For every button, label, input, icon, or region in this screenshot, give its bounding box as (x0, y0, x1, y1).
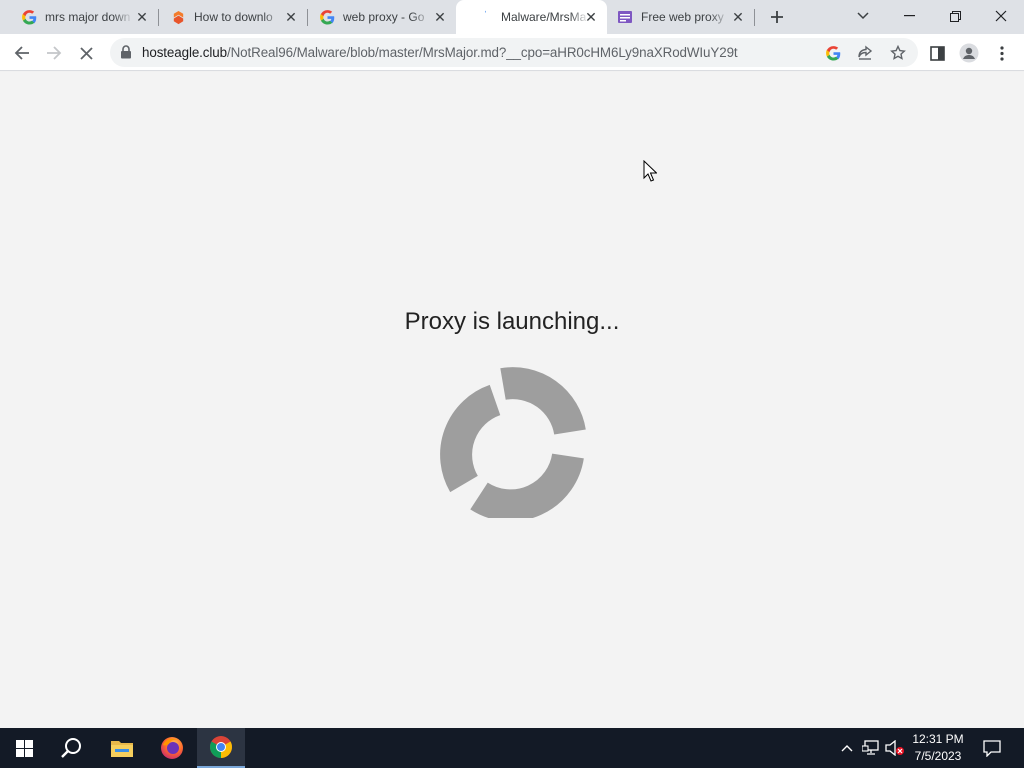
network-icon[interactable] (861, 728, 881, 768)
address-bar[interactable]: hosteagle.club/NotReal96/Malware/blob/ma… (110, 38, 918, 67)
back-button[interactable] (8, 39, 36, 67)
forward-button[interactable] (40, 39, 68, 67)
start-button[interactable] (0, 728, 48, 768)
clock-date: 7/5/2023 (914, 749, 962, 763)
tab-web-proxy-google[interactable]: web proxy - Go ✕ (298, 0, 456, 34)
url-text[interactable]: hosteagle.club/NotReal96/Malware/blob/ma… (142, 45, 738, 60)
lock-icon[interactable] (120, 45, 134, 59)
proxy-launching-message: Proxy is launching... (404, 308, 620, 335)
tab-malware-mrsmajor[interactable]: Malware/MrsMa ✕ (456, 0, 607, 34)
loading-spinner-icon (440, 367, 586, 518)
tab-free-web-proxy[interactable]: Free web proxy ✕ (596, 0, 754, 34)
url-host: hosteagle.club (142, 45, 227, 60)
proxy-site-icon (617, 9, 633, 25)
volume-muted-icon[interactable] (884, 728, 906, 768)
file-explorer-icon[interactable] (98, 728, 146, 768)
notifications-icon[interactable] (978, 728, 1006, 768)
tab-separator (754, 9, 755, 26)
tab-title: How to downlo (194, 10, 273, 24)
side-panel-icon[interactable] (923, 39, 951, 67)
close-tab-icon[interactable]: ✕ (134, 9, 150, 25)
tab-strip: mrs major down ✕ How to downlo ✕ web pro… (0, 0, 1024, 34)
menu-kebab-icon[interactable] (988, 39, 1016, 67)
share-icon[interactable] (856, 44, 874, 62)
search-icon[interactable] (48, 728, 96, 768)
stop-loading-button[interactable] (72, 39, 100, 67)
google-icon (319, 9, 335, 25)
firefox-icon[interactable] (148, 728, 196, 768)
windows-taskbar: 12:31 PM 7/5/2023 (0, 728, 1024, 768)
browser-toolbar: hosteagle.club/NotReal96/Malware/blob/ma… (0, 34, 1024, 71)
google-lens-icon[interactable] (824, 44, 842, 62)
page-content: Proxy is launching... (0, 72, 1024, 728)
chrome-icon[interactable] (197, 728, 245, 768)
minimize-button[interactable] (886, 0, 932, 32)
google-icon (21, 9, 37, 25)
mouse-cursor-icon (643, 160, 657, 182)
tab-title: Malware/MrsMa (501, 10, 587, 24)
tab-title: web proxy - Go (343, 10, 425, 24)
tab-mrs-major[interactable]: mrs major down ✕ (0, 0, 158, 34)
profile-avatar-icon[interactable] (955, 39, 983, 67)
url-path: /NotReal96/Malware/blob/master/MrsMajor.… (226, 45, 738, 60)
close-tab-icon[interactable]: ✕ (283, 9, 299, 25)
tab-search-button[interactable] (840, 0, 886, 32)
close-tab-icon[interactable]: ✕ (432, 9, 448, 25)
close-window-button[interactable] (978, 0, 1024, 32)
new-tab-button[interactable] (765, 5, 789, 29)
loading-icon (477, 9, 493, 25)
tab-title: mrs major down (45, 10, 131, 24)
system-clock[interactable]: 12:31 PM 7/5/2023 (906, 731, 970, 765)
tab-title: Free web proxy (641, 10, 724, 24)
close-tab-icon[interactable]: ✕ (730, 9, 746, 25)
site-orange-icon (170, 9, 186, 25)
tab-how-to-download[interactable]: How to downlo ✕ (149, 0, 307, 34)
clock-time: 12:31 PM (912, 732, 964, 746)
bookmark-star-icon[interactable] (889, 44, 907, 62)
show-hidden-icons-chevron[interactable] (838, 728, 856, 768)
restore-button[interactable] (932, 0, 978, 32)
